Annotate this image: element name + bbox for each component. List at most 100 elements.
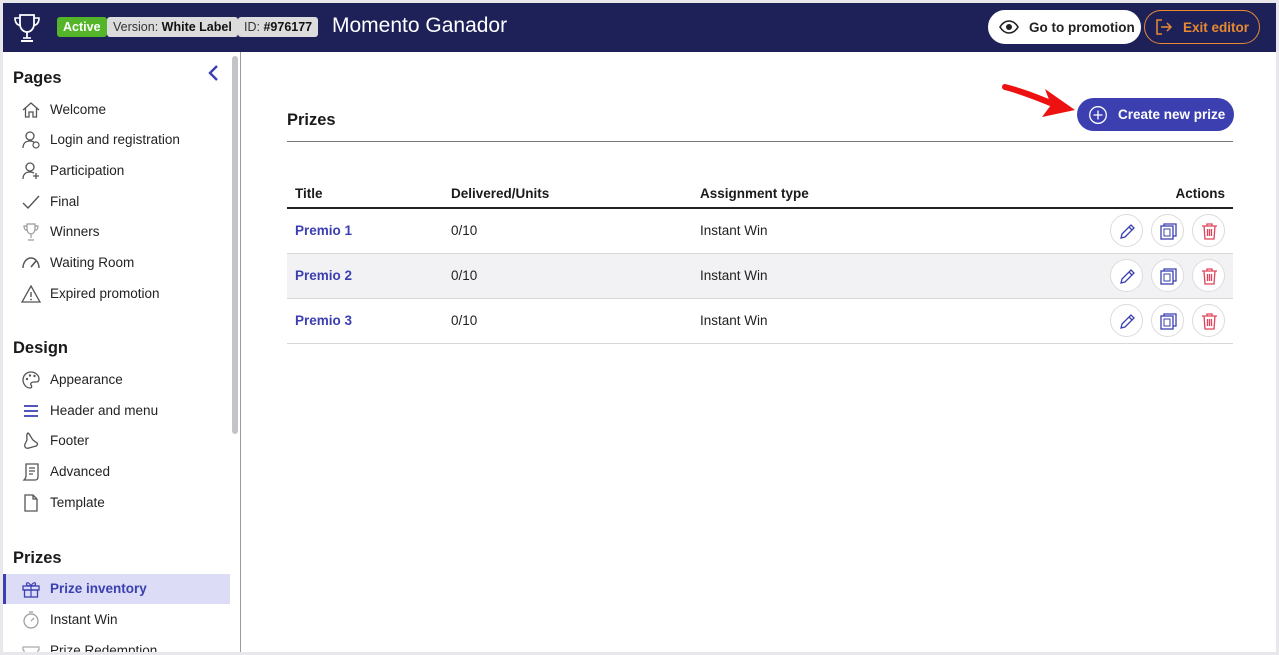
pencil-icon bbox=[1120, 314, 1136, 329]
sidebar-item-waiting-room[interactable]: Waiting Room bbox=[3, 248, 230, 278]
check-icon bbox=[22, 195, 40, 210]
id-label: ID: bbox=[244, 20, 260, 34]
user-plus-icon bbox=[22, 162, 39, 180]
eye-icon bbox=[999, 20, 1019, 34]
sidebar-item-label: Appearance bbox=[50, 372, 123, 387]
go-to-promotion-button[interactable]: Go to promotion bbox=[988, 10, 1141, 44]
sidebar-item-label: Final bbox=[50, 194, 80, 209]
trophy-icon bbox=[23, 223, 39, 241]
assignment-type: Instant Win bbox=[692, 253, 992, 299]
sidebar-item-label: Prize inventory bbox=[50, 581, 147, 596]
sidebar: Pages Welcome Login and registration Par… bbox=[3, 52, 241, 652]
delete-button[interactable] bbox=[1192, 259, 1225, 292]
edit-button[interactable] bbox=[1110, 214, 1144, 248]
gift-icon bbox=[22, 582, 40, 598]
duplicate-button[interactable] bbox=[1151, 214, 1185, 248]
copy-icon bbox=[1160, 268, 1177, 285]
copy-icon bbox=[1160, 313, 1177, 330]
collapse-sidebar-icon[interactable] bbox=[206, 64, 220, 82]
delivered-units: 0/10 bbox=[443, 208, 692, 254]
trash-icon bbox=[1202, 268, 1217, 285]
exit-icon bbox=[1156, 19, 1173, 35]
edit-button[interactable] bbox=[1110, 304, 1144, 337]
design-heading: Design bbox=[13, 339, 69, 357]
row-actions bbox=[992, 208, 1233, 254]
trash-icon bbox=[1202, 313, 1217, 330]
create-new-prize-button[interactable]: Create new prize bbox=[1077, 98, 1234, 131]
pencil-icon bbox=[1120, 269, 1136, 284]
sidebar-item-label: Footer bbox=[50, 433, 90, 448]
prize-title-link[interactable]: Premio 3 bbox=[287, 298, 443, 344]
plus-circle-icon bbox=[1089, 105, 1107, 124]
sidebar-item-label: Template bbox=[50, 495, 105, 510]
promotion-title: Momento Ganador bbox=[332, 14, 508, 37]
stopwatch-icon bbox=[23, 611, 39, 629]
sidebar-item-appearance[interactable]: Appearance bbox=[3, 365, 230, 395]
sidebar-item-participation[interactable]: Participation bbox=[3, 156, 230, 186]
sidebar-item-welcome[interactable]: Welcome bbox=[3, 95, 230, 125]
sidebar-item-final[interactable]: Final bbox=[3, 187, 230, 217]
trophy-logo-icon bbox=[14, 14, 40, 42]
column-assignment-type[interactable]: Assignment type bbox=[692, 180, 992, 209]
version-badge: Version: White Label bbox=[107, 17, 238, 37]
sidebar-item-login[interactable]: Login and registration bbox=[3, 125, 230, 155]
sidebar-item-winners[interactable]: Winners bbox=[3, 217, 230, 247]
annotation-arrow-icon bbox=[1002, 84, 1075, 117]
column-title[interactable]: Title bbox=[287, 180, 443, 209]
duplicate-button[interactable] bbox=[1151, 304, 1185, 337]
gauge-icon bbox=[22, 257, 40, 269]
prizes-table: Title Delivered/Units Assignment type Ac… bbox=[287, 180, 1233, 344]
sidebar-item-label: Winners bbox=[50, 224, 100, 239]
column-actions: Actions bbox=[992, 180, 1233, 209]
trash-icon bbox=[1202, 223, 1217, 240]
sidebar-item-advanced[interactable]: Advanced bbox=[3, 457, 230, 487]
table-header-row: Title Delivered/Units Assignment type Ac… bbox=[287, 180, 1233, 209]
sidebar-item-label: Prize Redemption bbox=[50, 643, 158, 652]
duplicate-button[interactable] bbox=[1151, 259, 1185, 292]
id-value: #976177 bbox=[263, 20, 313, 34]
sidebar-item-label: Instant Win bbox=[50, 612, 118, 627]
row-actions bbox=[992, 253, 1233, 299]
top-bar: Active Version: White Label ID: #976177 … bbox=[3, 3, 1276, 52]
exit-editor-label: Exit editor bbox=[1183, 19, 1250, 35]
palette-icon bbox=[22, 371, 40, 389]
menu-icon bbox=[24, 405, 38, 417]
exit-editor-button[interactable]: Exit editor bbox=[1144, 10, 1260, 44]
table-row: Premio 3 0/10 Instant Win bbox=[287, 298, 1233, 344]
pages-heading: Pages bbox=[13, 69, 62, 87]
warning-icon bbox=[21, 284, 41, 303]
column-delivered[interactable]: Delivered/Units bbox=[443, 180, 692, 209]
home-icon bbox=[22, 102, 40, 118]
footer-icon bbox=[24, 432, 39, 449]
table-row: Premio 1 0/10 Instant Win bbox=[287, 208, 1233, 254]
sidebar-item-prize-inventory[interactable]: Prize inventory bbox=[3, 574, 230, 604]
user-login-icon bbox=[22, 131, 40, 149]
version-label: Version: bbox=[113, 20, 159, 34]
assignment-type: Instant Win bbox=[692, 208, 992, 254]
title-divider bbox=[287, 141, 1233, 142]
delete-button[interactable] bbox=[1192, 304, 1225, 337]
sidebar-item-footer[interactable]: Footer bbox=[3, 426, 230, 456]
app-window: Active Version: White Label ID: #976177 … bbox=[3, 3, 1276, 652]
sidebar-item-label: Header and menu bbox=[50, 403, 159, 418]
sidebar-item-label: Advanced bbox=[50, 464, 111, 479]
sidebar-item-expired-promotion[interactable]: Expired promotion bbox=[3, 279, 230, 309]
sidebar-scrollbar[interactable] bbox=[232, 56, 238, 434]
sidebar-item-prize-redemption[interactable]: Prize Redemption bbox=[3, 636, 230, 652]
assignment-type: Instant Win bbox=[692, 298, 992, 344]
edit-button[interactable] bbox=[1110, 259, 1144, 292]
prizes-heading: Prizes bbox=[13, 549, 62, 567]
sidebar-item-label: Waiting Room bbox=[50, 255, 135, 270]
delivered-units: 0/10 bbox=[443, 253, 692, 299]
prize-title-link[interactable]: Premio 1 bbox=[287, 208, 443, 254]
copy-icon bbox=[1160, 223, 1177, 240]
prize-title-link[interactable]: Premio 2 bbox=[287, 253, 443, 299]
version-value: White Label bbox=[161, 20, 232, 34]
ticket-icon bbox=[22, 646, 40, 652]
file-icon bbox=[24, 494, 38, 512]
sidebar-item-header-menu[interactable]: Header and menu bbox=[3, 396, 230, 426]
sidebar-item-instant-win[interactable]: Instant Win bbox=[3, 605, 230, 635]
sidebar-item-template[interactable]: Template bbox=[3, 488, 230, 518]
delete-button[interactable] bbox=[1192, 214, 1225, 248]
pencil-icon bbox=[1120, 224, 1136, 240]
